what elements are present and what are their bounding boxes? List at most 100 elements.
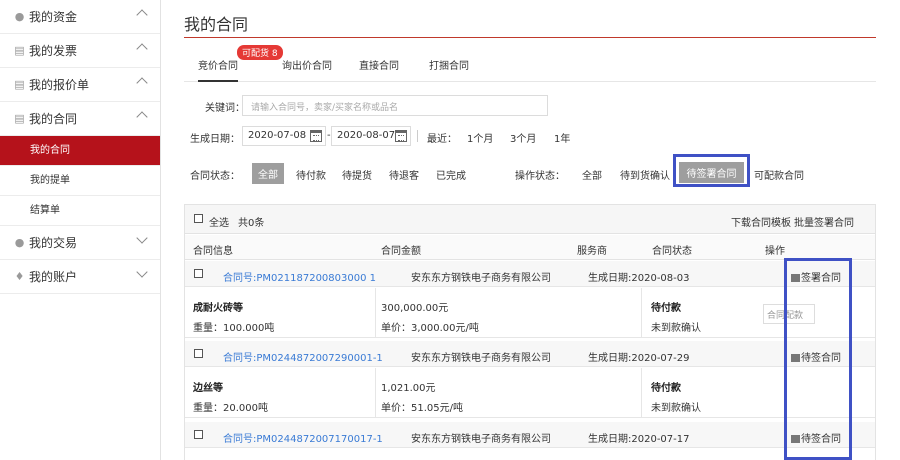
contract-status: 待付款 [651,303,681,314]
header-contract-amount: 合同金额 [381,246,421,257]
recent-1-year[interactable]: 1年 [554,130,570,145]
pending-sign-button[interactable]: 待签合同 [791,430,841,445]
header-contract-info: 合同信息 [193,246,233,257]
tab-bundle-contract[interactable]: 打捆合同 [429,57,469,80]
unit-price: 单价：3,000.00元/吨 [381,323,479,334]
sidebar-group-invoice[interactable]: ▤ 我的发票 [0,34,160,68]
contract-tabs: 竞价合同 可配货 8 询出价合同 直接合同 打捆合同 [184,45,876,82]
status-label: 合同状态： [190,171,240,182]
row-checkbox[interactable] [194,269,203,278]
tab-inquiry-contract[interactable]: 询出价合同 [282,57,332,80]
status-pending-pickup[interactable]: 待提货 [342,167,372,182]
row-checkbox[interactable] [194,430,203,439]
created-date: 生成日期:2020-07-17 [588,434,690,445]
sidebar-group-label: 我的报价单 [29,78,90,92]
sidebar: ● 我的资金 ▤ 我的发票 ▤ 我的报价单 ▤ 我的合同 我的合同 我的提单 结… [0,0,161,460]
provider-name: 安东东方钢铁电子商务有限公司 [411,273,551,284]
date-from-input[interactable]: 2020-07-08 [242,126,326,146]
select-all-label: 全选 [209,218,229,229]
tab-direct-contract[interactable]: 直接合同 [359,57,399,80]
contract-number-link[interactable]: 合同号:PM021187200803000 1 [223,269,376,284]
contract-number-link[interactable]: 合同号:PM0244872007290001-1 [223,349,383,364]
page-title: 我的合同 [184,15,249,34]
op-all-button[interactable]: 全部 [582,167,602,182]
chevron-down-icon [136,266,148,278]
action-label: 待签合同 [801,353,841,364]
product-weight: 重量：20.000吨 [193,403,268,414]
allocatable-badge: 可配货 8 [237,45,283,60]
batch-sign-link[interactable]: 批量签署合同 [794,214,854,229]
quote-icon: ▤ [14,77,25,91]
contract-table: 全选 共0条 下载合同模板 批量签署合同 合同信息 合同金额 服务商 合同状态 … [184,204,876,460]
calendar-icon[interactable] [395,130,407,142]
sidebar-group-contract[interactable]: ▤ 我的合同 [0,102,160,136]
op-selected-highlight: 待签署合同 [673,154,750,187]
column-divider [375,288,376,338]
calendar-icon[interactable] [310,130,322,142]
created-date: 生成日期:2020-08-03 [588,273,690,284]
tab-bidding-contract[interactable]: 竞价合同 [198,57,238,82]
column-divider [375,368,376,418]
provider-name: 安东东方钢铁电子商务有限公司 [411,434,551,445]
sidebar-group-label: 我的交易 [29,236,78,250]
contract-icon: ▤ [14,111,25,125]
status-pending-return[interactable]: 待退客 [389,167,419,182]
divider [417,130,418,142]
status-completed[interactable]: 已完成 [436,167,466,182]
header-contract-status: 合同状态 [652,246,692,257]
sign-contract-button[interactable]: 签署合同 [791,269,841,284]
action-label: 签署合同 [801,273,841,284]
date-to-input[interactable]: 2020-08-07 [331,126,411,146]
header-provider: 服务商 [577,246,607,257]
status-all-button[interactable]: 全部 [252,163,284,184]
created-date: 生成日期:2020-07-29 [588,353,690,364]
keyword-input[interactable]: 请输入合同号，卖家/买家名称或品名 [242,95,548,116]
table-row: 合同号:PM021187200803000 1 安东东方钢铁电子商务有限公司 生… [185,261,875,287]
sidebar-group-trade[interactable]: ● 我的交易 [0,226,160,260]
contract-number-link[interactable]: 合同号:PM0244872007170017-1 [223,430,383,445]
table-row: 合同号:PM0244872007170017-1 安东东方钢铁电子商务有限公司 … [185,422,875,448]
pending-sign-button[interactable]: 待签合同 [791,349,841,364]
op-allocatable[interactable]: 可配款合同 [754,167,804,182]
download-template-link[interactable]: 下载合同模板 [731,214,791,229]
sidebar-group-funds[interactable]: ● 我的资金 [0,0,160,34]
chevron-up-icon [136,77,148,89]
sidebar-group-label: 我的资金 [29,10,78,24]
date-from-value: 2020-07-08 [248,130,307,141]
unit-price: 单价：51.05元/吨 [381,403,463,414]
trade-icon: ● [14,235,25,249]
record-count: 共0条 [238,218,265,229]
select-all-checkbox[interactable] [194,214,203,223]
sidebar-group-quote[interactable]: ▤ 我的报价单 [0,68,160,102]
sidebar-group-label: 我的发票 [29,44,78,58]
date-to-value: 2020-08-07 [337,130,396,141]
keyword-label: 关键词： [205,103,245,114]
document-icon [791,354,800,362]
main-content: 我的合同 竞价合同 可配货 8 询出价合同 直接合同 打捆合同 关键词： 请输入… [161,0,900,460]
recent-1-month[interactable]: 1个月 [467,130,493,145]
chevron-up-icon [136,43,148,55]
sidebar-item-my-contract[interactable]: 我的合同 [0,136,160,166]
sidebar-group-label: 我的合同 [29,112,78,126]
invoice-icon: ▤ [14,43,25,57]
product-name: 成耐火砖等 [193,303,243,314]
contract-match-input[interactable]: 合同配款 [763,304,815,324]
table-header: 合同信息 合同金额 服务商 合同状态 操作 [185,235,875,260]
row-checkbox[interactable] [194,349,203,358]
sidebar-item-settlement[interactable]: 结算单 [0,196,160,226]
sidebar-group-account[interactable]: ♦ 我的账户 [0,260,160,294]
contract-sub-status: 未到款确认 [651,323,701,334]
provider-name: 安东东方钢铁电子商务有限公司 [411,353,551,364]
op-pending-sign-button[interactable]: 待签署合同 [679,162,744,183]
recent-label: 最近： [427,134,457,145]
money-bag-icon: ● [14,9,25,23]
chevron-up-icon [136,9,148,21]
recent-3-months[interactable]: 3个月 [510,130,536,145]
contract-amount: 300,000.00元 [381,303,449,314]
header-action: 操作 [765,246,785,257]
status-pending-payment[interactable]: 待付款 [296,167,326,182]
op-pending-arrival[interactable]: 待到货确认 [620,167,670,182]
date-label: 生成日期： [190,134,240,145]
product-name: 边丝等 [193,383,223,394]
sidebar-item-bill-of-lading[interactable]: 我的提单 [0,166,160,196]
